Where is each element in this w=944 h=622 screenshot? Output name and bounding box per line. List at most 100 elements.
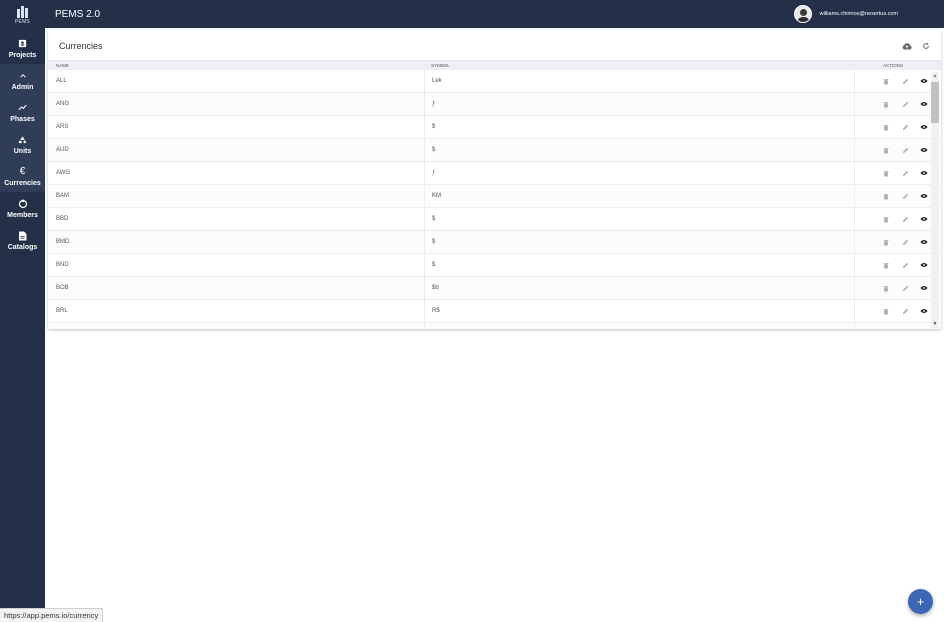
table-header: NAME SYMBOL ACTIONS (48, 60, 941, 70)
avatar[interactable] (793, 5, 812, 23)
edit-icon[interactable] (901, 146, 909, 154)
currency-symbol: $ (424, 208, 854, 230)
units-icon (17, 134, 29, 146)
currency-symbol: $b (424, 277, 854, 299)
column-header-symbol[interactable]: SYMBOL (424, 63, 854, 68)
table-row (48, 323, 941, 329)
table-row[interactable]: ALL Lek (48, 70, 941, 93)
logo[interactable]: PEMS (0, 0, 45, 30)
table-row[interactable]: BAM KM (48, 185, 941, 208)
delete-icon[interactable] (882, 169, 890, 177)
delete-icon[interactable] (882, 77, 890, 85)
table-scrollbar[interactable]: ▲ ▼ (931, 72, 939, 328)
delete-icon[interactable] (882, 215, 890, 223)
sidebar: PEMS Projects Admin Phases Units € Curre… (0, 0, 45, 622)
row-actions (854, 70, 932, 92)
view-icon[interactable] (920, 169, 928, 177)
sidebar-item-members[interactable]: Members (0, 192, 45, 224)
table-body: ALL Lek ANG ƒ ARS $ AUD $ AWG ƒ BAM KM BBD $ BMD $ BND $ B… (48, 70, 941, 329)
currency-name: BBD (56, 216, 69, 222)
edit-icon[interactable] (901, 123, 909, 131)
view-icon[interactable] (920, 284, 928, 292)
document-icon (17, 230, 29, 242)
edit-icon[interactable] (901, 238, 909, 246)
delete-icon[interactable] (882, 261, 890, 269)
sidebar-item-phases[interactable]: Phases (0, 96, 45, 128)
cloud-upload-icon[interactable] (902, 41, 912, 51)
view-icon[interactable] (920, 215, 928, 223)
column-header-actions: ACTIONS (882, 63, 903, 68)
scroll-thumb[interactable] (931, 82, 939, 123)
members-icon (17, 198, 29, 210)
view-icon[interactable] (920, 307, 928, 315)
currency-symbol: ƒ (424, 162, 854, 184)
delete-icon[interactable] (882, 307, 890, 315)
row-actions (854, 300, 932, 322)
edit-icon[interactable] (901, 215, 909, 223)
sidebar-item-label: Catalogs (7, 243, 38, 251)
row-actions (854, 277, 932, 299)
sidebar-item-admin[interactable]: Admin (0, 64, 45, 96)
row-actions (854, 185, 932, 207)
view-icon[interactable] (920, 77, 928, 85)
table-row[interactable]: AWG ƒ (48, 162, 941, 185)
delete-icon[interactable] (882, 146, 890, 154)
view-icon[interactable] (920, 123, 928, 131)
delete-icon[interactable] (882, 238, 890, 246)
row-actions (854, 254, 932, 276)
sidebar-item-units[interactable]: Units (0, 128, 45, 160)
currencies-table: NAME SYMBOL ACTIONS ALL Lek ANG ƒ ARS $ AUD $ AW… (48, 60, 941, 329)
edit-icon[interactable] (901, 77, 909, 85)
view-icon[interactable] (920, 238, 928, 246)
currency-name: ALL (56, 78, 67, 84)
row-actions (854, 116, 932, 138)
refresh-icon[interactable] (921, 41, 931, 51)
table-row[interactable]: BND $ (48, 254, 941, 277)
table-row[interactable]: BBD $ (48, 208, 941, 231)
currency-symbol: KM (424, 185, 854, 207)
sidebar-item-currencies[interactable]: € Currencies (0, 160, 45, 192)
column-header-name[interactable]: NAME (48, 63, 424, 68)
currency-symbol: $ (424, 139, 854, 161)
row-actions (854, 231, 932, 253)
row-actions (854, 139, 932, 161)
view-icon[interactable] (920, 100, 928, 108)
status-bar-url: https://app.pems.io/currency (0, 608, 104, 622)
delete-icon[interactable] (882, 123, 890, 131)
edit-icon[interactable] (901, 261, 909, 269)
user-menu[interactable]: williams.chirinos@nexertus.com (793, 5, 898, 23)
edit-icon[interactable] (901, 192, 909, 200)
delete-icon[interactable] (882, 284, 890, 292)
sidebar-item-label: Members (7, 211, 38, 219)
view-icon[interactable] (920, 261, 928, 269)
currencies-card: Currencies NAME SYMBOL ACTIONS ALL Lek ANG… (48, 30, 941, 329)
delete-icon[interactable] (882, 192, 890, 200)
currency-symbol: $ (424, 231, 854, 253)
edit-icon[interactable] (901, 284, 909, 292)
table-row[interactable]: AUD $ (48, 139, 941, 162)
scroll-down-arrow-icon[interactable]: ▼ (931, 320, 939, 328)
scroll-up-arrow-icon[interactable]: ▲ (931, 72, 939, 80)
table-row[interactable]: BRL R$ (48, 300, 941, 323)
currency-name: BRL (56, 308, 68, 314)
add-currency-button[interactable]: + (908, 589, 933, 614)
currency-name: AWG (56, 170, 71, 176)
edit-icon[interactable] (901, 307, 909, 315)
view-icon[interactable] (920, 146, 928, 154)
page-title: Currencies (59, 41, 103, 51)
view-icon[interactable] (920, 192, 928, 200)
table-row[interactable]: BOB $b (48, 277, 941, 300)
table-row[interactable]: BMD $ (48, 231, 941, 254)
table-row[interactable]: ARS $ (48, 116, 941, 139)
edit-icon[interactable] (901, 100, 909, 108)
currency-name: ARS (56, 124, 69, 130)
delete-icon[interactable] (882, 100, 890, 108)
table-row[interactable]: ANG ƒ (48, 93, 941, 116)
sidebar-item-label: Phases (10, 115, 35, 123)
sidebar-item-catalogs[interactable]: Catalogs (0, 224, 45, 256)
sidebar-item-projects[interactable]: Projects (0, 32, 45, 64)
top-bar: PEMS 2.0 williams.chirinos@nexertus.com (45, 0, 944, 28)
currency-symbol: R$ (424, 300, 854, 322)
edit-icon[interactable] (901, 169, 909, 177)
sidebar-item-label: Currencies (4, 179, 41, 187)
